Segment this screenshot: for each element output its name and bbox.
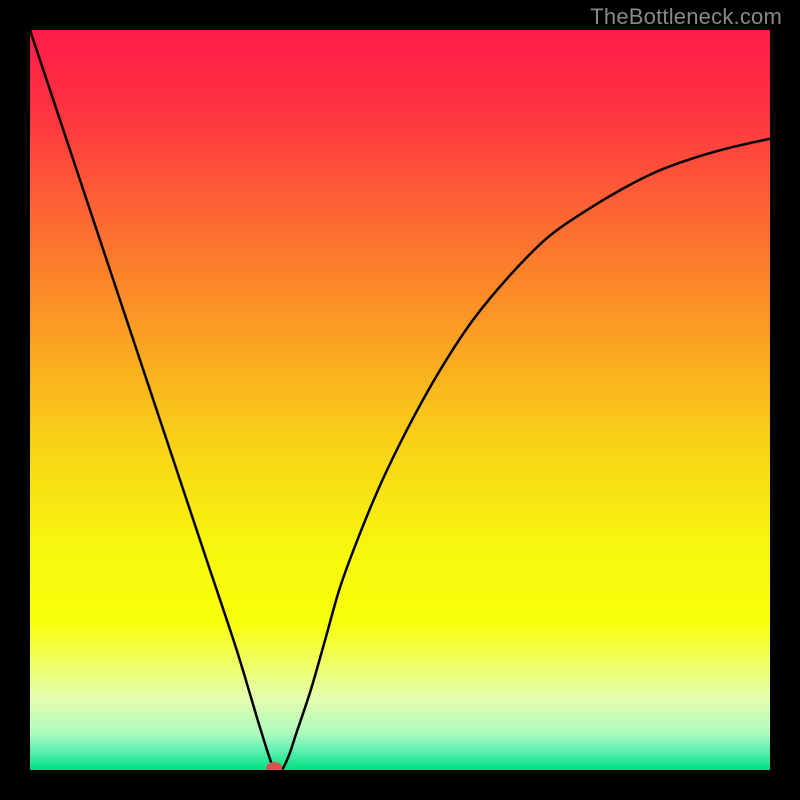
plot-area bbox=[30, 30, 770, 770]
chart-svg bbox=[30, 30, 770, 770]
watermark-text: TheBottleneck.com bbox=[590, 4, 782, 30]
chart-container: TheBottleneck.com bbox=[0, 0, 800, 800]
chart-background bbox=[30, 30, 770, 770]
